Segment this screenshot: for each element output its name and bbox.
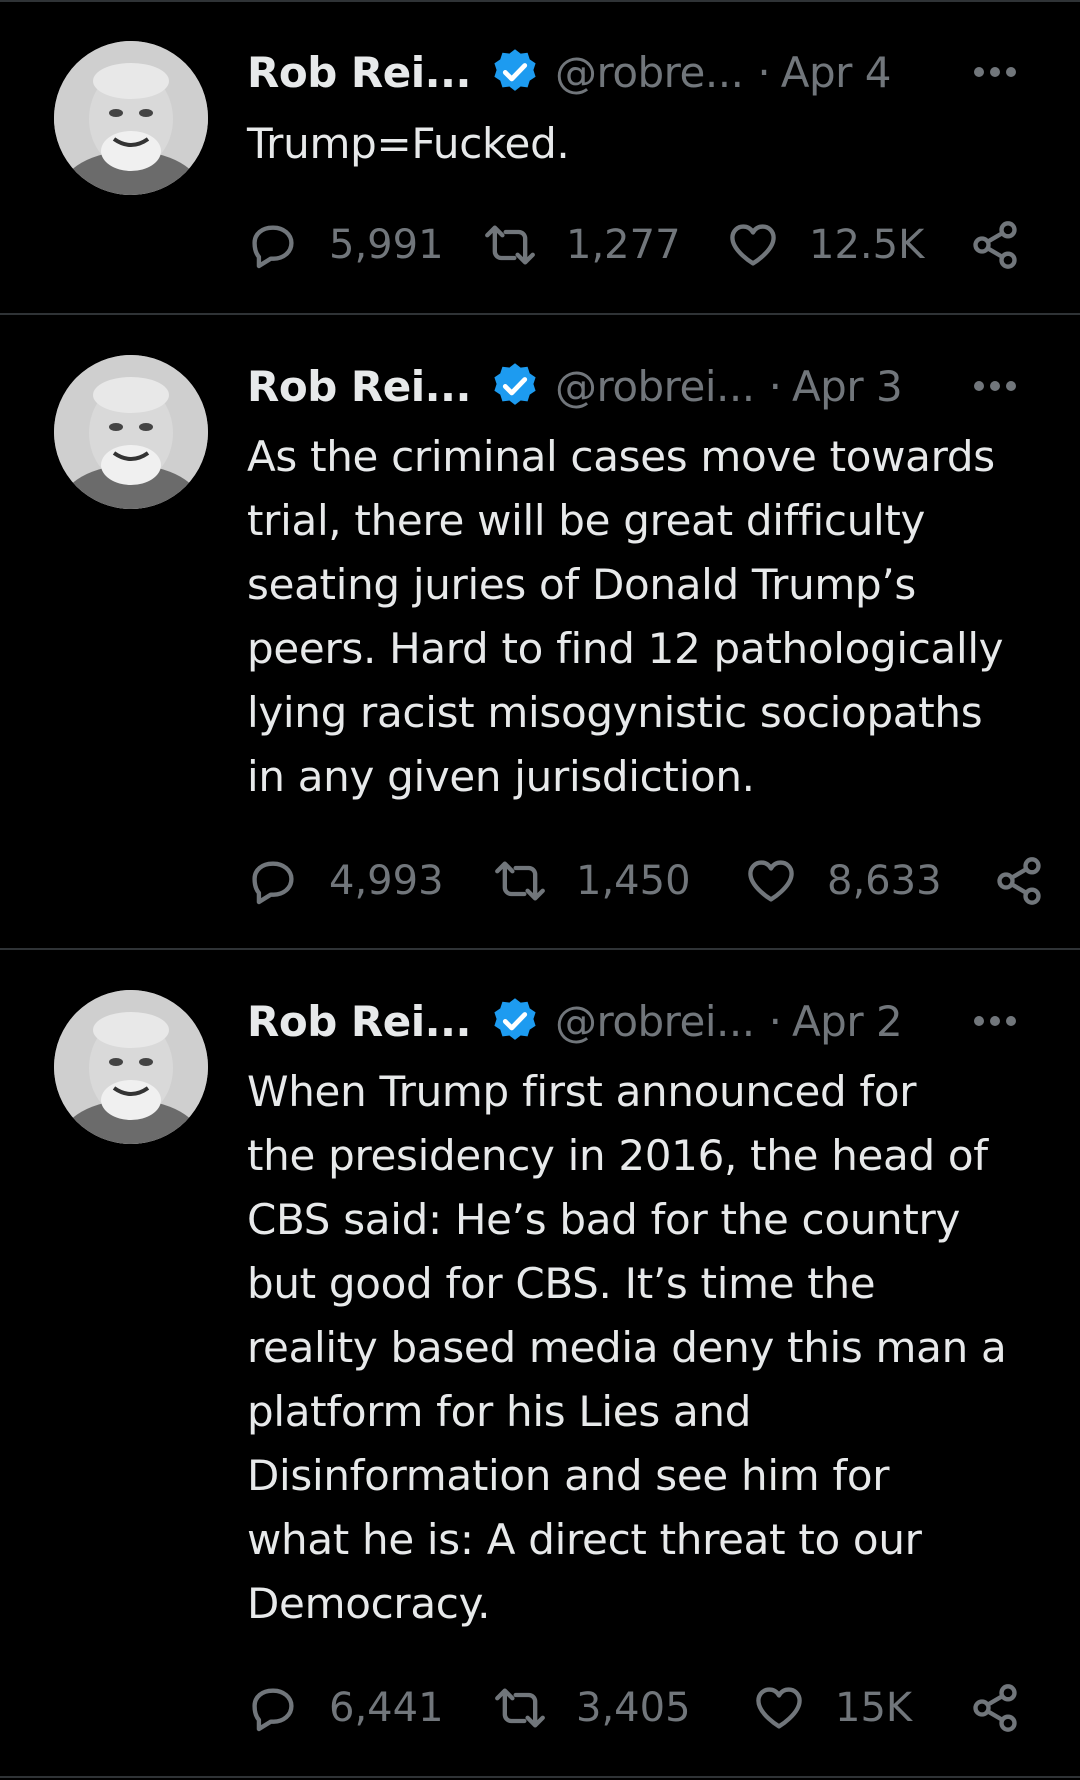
reply-count: 5,991 <box>329 222 444 268</box>
author-name[interactable]: Rob Rei... <box>247 362 471 411</box>
heart-icon <box>727 219 809 271</box>
tweet-header: Rob Rei... @robrei... · Apr 3 <box>247 356 1080 416</box>
reply-count: 4,993 <box>329 858 444 904</box>
like-count: 8,633 <box>827 858 942 904</box>
tweet-date[interactable]: Apr 4 <box>781 48 892 97</box>
tweet-text: Trump=Fucked. <box>247 119 570 168</box>
separator-dot: · <box>768 361 782 411</box>
reply-button[interactable]: 5,991 <box>247 215 444 275</box>
tweet-actions: 6,441 3,405 15K <box>247 1678 1027 1738</box>
tweet-actions: 4,993 1,450 8,633 <box>247 851 1041 911</box>
like-count: 15K <box>835 1685 913 1731</box>
tweet-text: When Trump first announced for the presi… <box>247 1067 1007 1628</box>
verified-badge-icon <box>489 360 541 412</box>
tweet-date[interactable]: Apr 2 <box>792 997 903 1046</box>
like-button[interactable]: 12.5K <box>727 215 924 275</box>
separator-dot: · <box>757 47 771 97</box>
more-options-icon[interactable] <box>972 65 1018 79</box>
share-icon[interactable] <box>969 1682 1021 1734</box>
avatar[interactable] <box>54 41 208 195</box>
tweet-text: As the criminal cases move towards trial… <box>247 432 1004 801</box>
tweet[interactable]: Rob Rei... @robre... · Apr 4 Trump=Fucke… <box>0 0 1080 314</box>
repost-count: 1,277 <box>566 222 681 268</box>
divider <box>0 1776 1080 1778</box>
reply-icon <box>247 855 329 907</box>
repost-button[interactable]: 1,450 <box>494 851 691 911</box>
like-count: 12.5K <box>809 222 925 268</box>
share-icon[interactable] <box>993 855 1045 907</box>
repost-icon <box>494 855 576 907</box>
repost-count: 1,450 <box>576 858 691 904</box>
reply-button[interactable]: 4,993 <box>247 851 444 911</box>
separator-dot: · <box>768 996 782 1046</box>
like-button[interactable]: 15K <box>753 1678 912 1738</box>
tweet[interactable]: Rob Rei... @robrei... · Apr 2 When Trump… <box>0 950 1080 1778</box>
more-options-icon[interactable] <box>972 379 1018 393</box>
author-handle[interactable]: @robre... <box>555 48 744 97</box>
repost-icon <box>494 1682 576 1734</box>
author-handle[interactable]: @robrei... <box>555 997 755 1046</box>
verified-badge-icon <box>489 995 541 1047</box>
repost-button[interactable]: 1,277 <box>484 215 681 275</box>
avatar[interactable] <box>54 355 208 509</box>
author-handle[interactable]: @robrei... <box>555 362 755 411</box>
tweet-header: Rob Rei... @robrei... · Apr 2 <box>247 991 1080 1051</box>
reply-icon <box>247 219 329 271</box>
heart-icon <box>753 1682 835 1734</box>
tweet[interactable]: Rob Rei... @robrei... · Apr 3 As the cri… <box>0 315 1080 948</box>
tweet-date[interactable]: Apr 3 <box>792 362 903 411</box>
share-icon[interactable] <box>969 219 1021 271</box>
tweet-header: Rob Rei... @robre... · Apr 4 <box>247 42 1080 102</box>
heart-icon <box>745 855 827 907</box>
repost-icon <box>484 219 566 271</box>
reply-button[interactable]: 6,441 <box>247 1678 444 1738</box>
more-options-icon[interactable] <box>972 1014 1018 1028</box>
author-name[interactable]: Rob Rei... <box>247 997 471 1046</box>
avatar[interactable] <box>54 990 208 1144</box>
reply-icon <box>247 1682 329 1734</box>
verified-badge-icon <box>489 46 541 98</box>
repost-button[interactable]: 3,405 <box>494 1678 691 1738</box>
like-button[interactable]: 8,633 <box>745 851 942 911</box>
repost-count: 3,405 <box>576 1685 691 1731</box>
tweet-feed: Rob Rei... @robre... · Apr 4 Trump=Fucke… <box>0 0 1080 1780</box>
reply-count: 6,441 <box>329 1685 444 1731</box>
tweet-actions: 5,991 1,277 12.5K <box>247 215 1027 275</box>
author-name[interactable]: Rob Rei... <box>247 48 471 97</box>
